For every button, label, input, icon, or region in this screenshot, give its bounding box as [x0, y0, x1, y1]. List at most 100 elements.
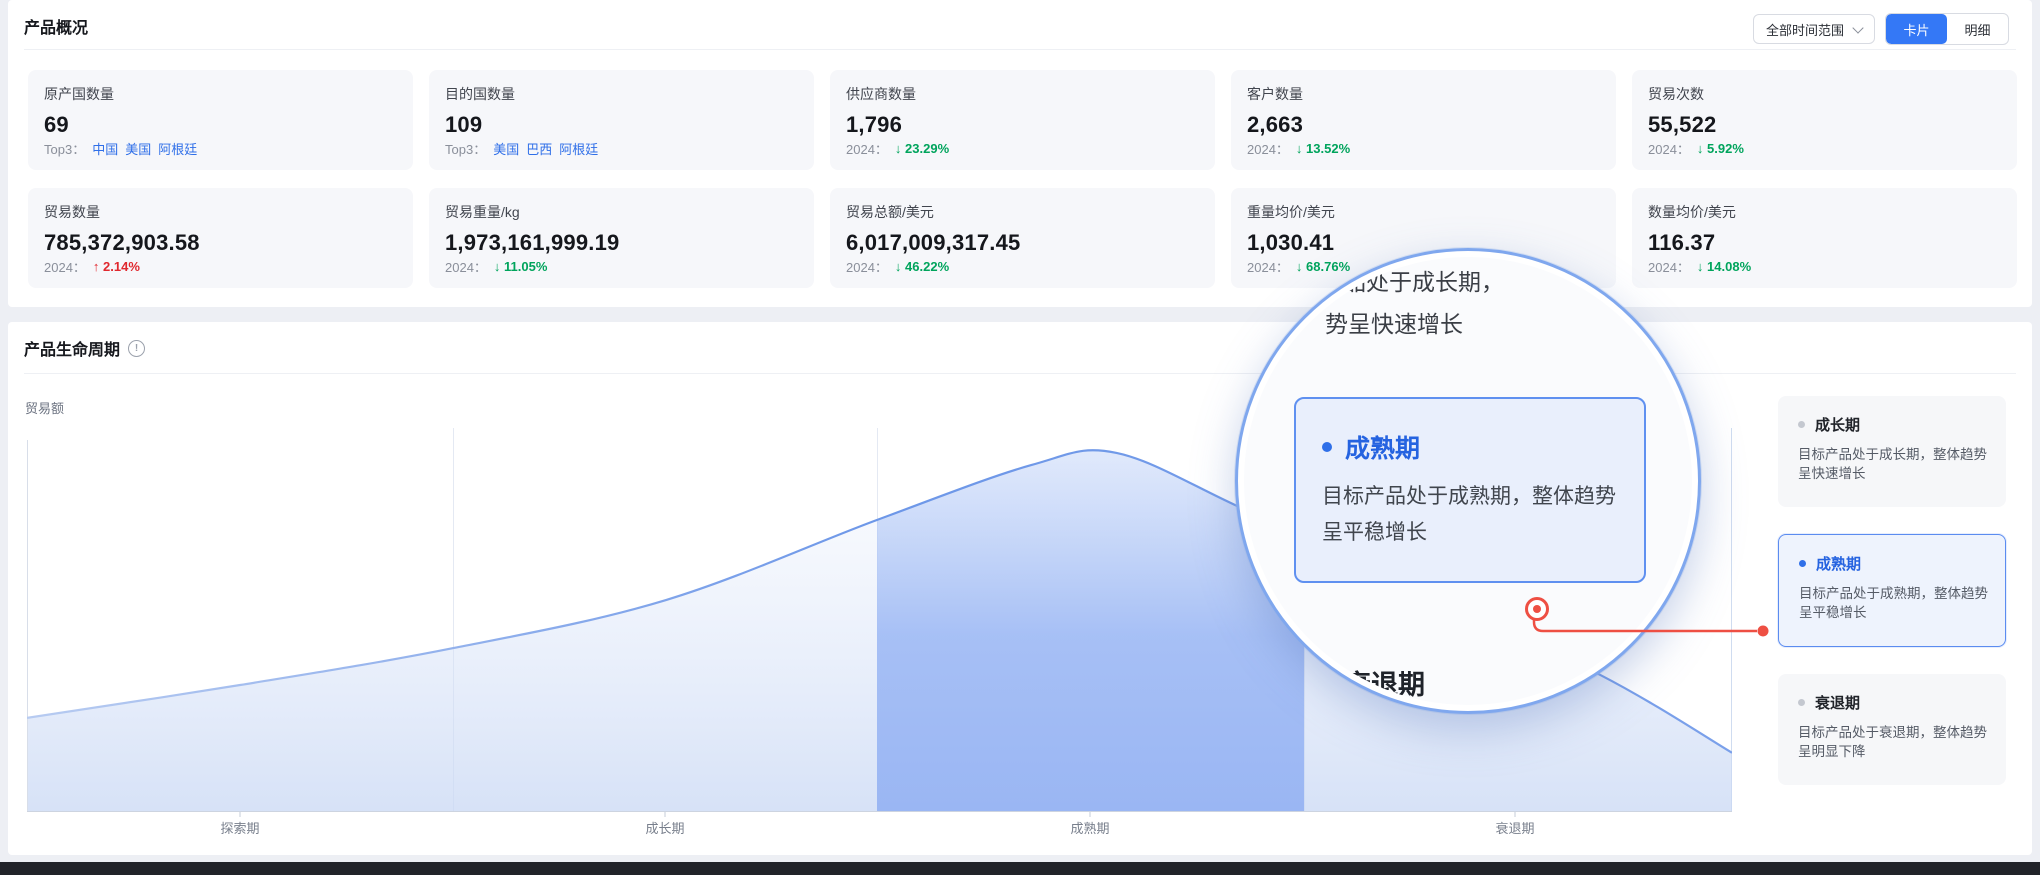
lifecycle-card-title-row: 成长期	[1798, 414, 1986, 435]
stage-label-exploration: 探索期	[200, 818, 280, 837]
stat-card-suppliers: 供应商数量 1,796 2024： ↓ 23.29%	[830, 70, 1215, 170]
time-range-select[interactable]: 全部时间范围	[1753, 14, 1875, 44]
stat-card-origin-countries: 原产国数量 69 Top3： 中国 美国 阿根廷	[28, 70, 413, 170]
stage-dot-icon	[1799, 560, 1806, 567]
stat-card-trade-count: 贸易次数 55,522 2024： ↓ 5.92%	[1632, 70, 2017, 170]
stage-dot-icon	[1798, 699, 1805, 706]
chevron-down-icon	[1852, 22, 1863, 33]
stat-value: 2,663	[1247, 112, 1600, 138]
stat-yoy: 2024： ↓ 5.92%	[1648, 139, 1744, 158]
stat-label: 重量均价/美元	[1247, 202, 1600, 222]
time-range-value: 全部时间范围	[1766, 20, 1844, 39]
lifecycle-card-title: 成长期	[1815, 414, 1860, 435]
trend-value: ↓ 68.76%	[1296, 259, 1350, 274]
product-overview-panel: 产品概况 全部时间范围 卡片 明细 原产国数量 69 Top3： 中国 美国 阿…	[8, 0, 2032, 307]
stat-label: 贸易数量	[44, 202, 397, 222]
magnifier-content: 品处于成长期， 势呈快速增长 成熟期 目标产品处于成熟期，整体趋势呈平稳增长 衰…	[1244, 257, 1692, 705]
view-toggle: 卡片 明细	[1885, 13, 2009, 45]
stat-label: 目的国数量	[445, 84, 798, 104]
magnified-maturity-card: 成熟期 目标产品处于成熟期，整体趋势呈平稳增长	[1294, 397, 1646, 583]
stat-card-trade-quantity: 贸易数量 785,372,903.58 2024： ↑ 2.14%	[28, 188, 413, 288]
trend-value: ↓ 11.05%	[494, 259, 548, 274]
country-link[interactable]: 中国	[92, 139, 118, 158]
stat-label: 原产国数量	[44, 84, 397, 104]
stat-card-trade-amount: 贸易总额/美元 6,017,009,317.45 2024： ↓ 46.22%	[830, 188, 1215, 288]
year-label: 2024：	[1648, 139, 1690, 158]
chart-y-axis-label: 贸易额	[25, 398, 64, 417]
overview-title: 产品概况	[24, 14, 88, 38]
stat-card-grid: 原产国数量 69 Top3： 中国 美国 阿根廷 目的国数量 109 Top3：…	[28, 70, 2017, 288]
lifecycle-card-title-row: 成熟期	[1799, 553, 1985, 574]
stage-label-maturity: 成熟期	[1050, 818, 1130, 837]
lifecycle-card-maturity-selected[interactable]: 成熟期 目标产品处于成熟期，整体趋势呈平稳增长	[1778, 534, 2006, 647]
stat-top3: Top3： 美国 巴西 阿根廷	[445, 139, 598, 158]
year-label: 2024：	[1247, 257, 1289, 276]
trend-value: ↓ 23.29%	[895, 141, 949, 156]
view-toggle-card-button[interactable]: 卡片	[1886, 14, 1947, 44]
year-label: 2024：	[846, 139, 888, 158]
country-link[interactable]: 阿根廷	[559, 139, 598, 158]
view-toggle-detail-button[interactable]: 明细	[1947, 14, 2008, 44]
stat-yoy: 2024： ↓ 13.52%	[1247, 139, 1350, 158]
stat-value: 69	[44, 112, 397, 138]
divider	[24, 373, 2016, 374]
lifecycle-card-decline[interactable]: 衰退期 目标产品处于衰退期，整体趋势呈明显下降	[1778, 674, 2006, 785]
stat-yoy: 2024： ↑ 2.14%	[44, 257, 140, 276]
year-label: 2024：	[1648, 257, 1690, 276]
stat-card-trade-weight: 贸易重量/kg 1,973,161,999.19 2024： ↓ 11.05%	[429, 188, 814, 288]
magnified-growth-text-line2: 势呈快速增长	[1325, 305, 1463, 339]
stage-dot-icon	[1798, 421, 1805, 428]
stat-yoy: 2024： ↓ 68.76%	[1247, 257, 1350, 276]
stage-label-decline: 衰退期	[1475, 818, 1555, 837]
stage-label-growth: 成长期	[625, 818, 705, 837]
dashboard-page: 产品概况 全部时间范围 卡片 明细 原产国数量 69 Top3： 中国 美国 阿…	[0, 0, 2040, 875]
lifecycle-card-desc: 目标产品处于成长期，整体趋势呈快速增长	[1798, 445, 1988, 483]
bottom-window-edge	[0, 862, 2040, 875]
stat-value: 785,372,903.58	[44, 230, 397, 256]
country-link[interactable]: 巴西	[526, 139, 552, 158]
overview-controls: 全部时间范围 卡片 明细	[1753, 13, 2009, 45]
top3-label: Top3：	[445, 139, 486, 158]
stat-label: 贸易次数	[1648, 84, 2001, 104]
info-icon[interactable]: !	[128, 340, 145, 357]
lifecycle-title-row: 产品生命周期 !	[24, 336, 145, 360]
product-lifecycle-panel: 产品生命周期 ! 贸易额	[8, 322, 2032, 855]
year-label: 2024：	[846, 257, 888, 276]
stat-label: 贸易总额/美元	[846, 202, 1199, 222]
stat-card-quantity-avg-price: 数量均价/美元 116.37 2024： ↓ 14.08%	[1632, 188, 2017, 288]
magnified-card-title: 成熟期	[1345, 429, 1420, 465]
lifecycle-card-desc: 目标产品处于成熟期，整体趋势呈平稳增长	[1799, 584, 1989, 622]
stat-value: 116.37	[1648, 230, 2001, 256]
country-link[interactable]: 美国	[493, 139, 519, 158]
stat-card-customers: 客户数量 2,663 2024： ↓ 13.52%	[1231, 70, 1616, 170]
trend-value: ↓ 13.52%	[1296, 141, 1350, 156]
country-link[interactable]: 阿根廷	[158, 139, 197, 158]
stat-label: 数量均价/美元	[1648, 202, 2001, 222]
magnifier-lens: 品处于成长期， 势呈快速增长 成熟期 目标产品处于成熟期，整体趋势呈平稳增长 衰…	[1235, 248, 1701, 714]
trend-value: ↑ 2.14%	[93, 259, 140, 274]
magnified-card-desc: 目标产品处于成熟期，整体趋势呈平稳增长	[1322, 479, 1618, 551]
stat-value: 1,973,161,999.19	[445, 230, 798, 256]
lifecycle-card-desc: 目标产品处于衰退期，整体趋势呈明显下降	[1798, 723, 1988, 761]
trend-value: ↓ 14.08%	[1697, 259, 1751, 274]
lifecycle-card-growth[interactable]: 成长期 目标产品处于成长期，整体趋势呈快速增长	[1778, 396, 2006, 507]
country-link[interactable]: 美国	[125, 139, 151, 158]
magnified-card-title-row: 成熟期	[1322, 429, 1618, 465]
divider	[24, 49, 2016, 50]
stat-yoy: 2024： ↓ 11.05%	[445, 257, 547, 276]
lifecycle-title: 产品生命周期	[24, 336, 120, 360]
stat-value: 109	[445, 112, 798, 138]
stage-dot-icon	[1322, 442, 1332, 452]
trend-value: ↓ 46.22%	[895, 259, 949, 274]
stat-value: 1,796	[846, 112, 1199, 138]
magnified-decline-title: 衰退期	[1344, 663, 1425, 702]
anchor-ring-icon	[1525, 597, 1549, 621]
stat-top3: Top3： 中国 美国 阿根廷	[44, 139, 197, 158]
lifecycle-card-title: 衰退期	[1815, 692, 1860, 713]
stat-card-destination-countries: 目的国数量 109 Top3： 美国 巴西 阿根廷	[429, 70, 814, 170]
stat-value: 55,522	[1648, 112, 2001, 138]
lifecycle-card-title: 成熟期	[1816, 553, 1861, 574]
stat-label: 供应商数量	[846, 84, 1199, 104]
year-label: 2024：	[44, 257, 86, 276]
top3-label: Top3：	[44, 139, 85, 158]
